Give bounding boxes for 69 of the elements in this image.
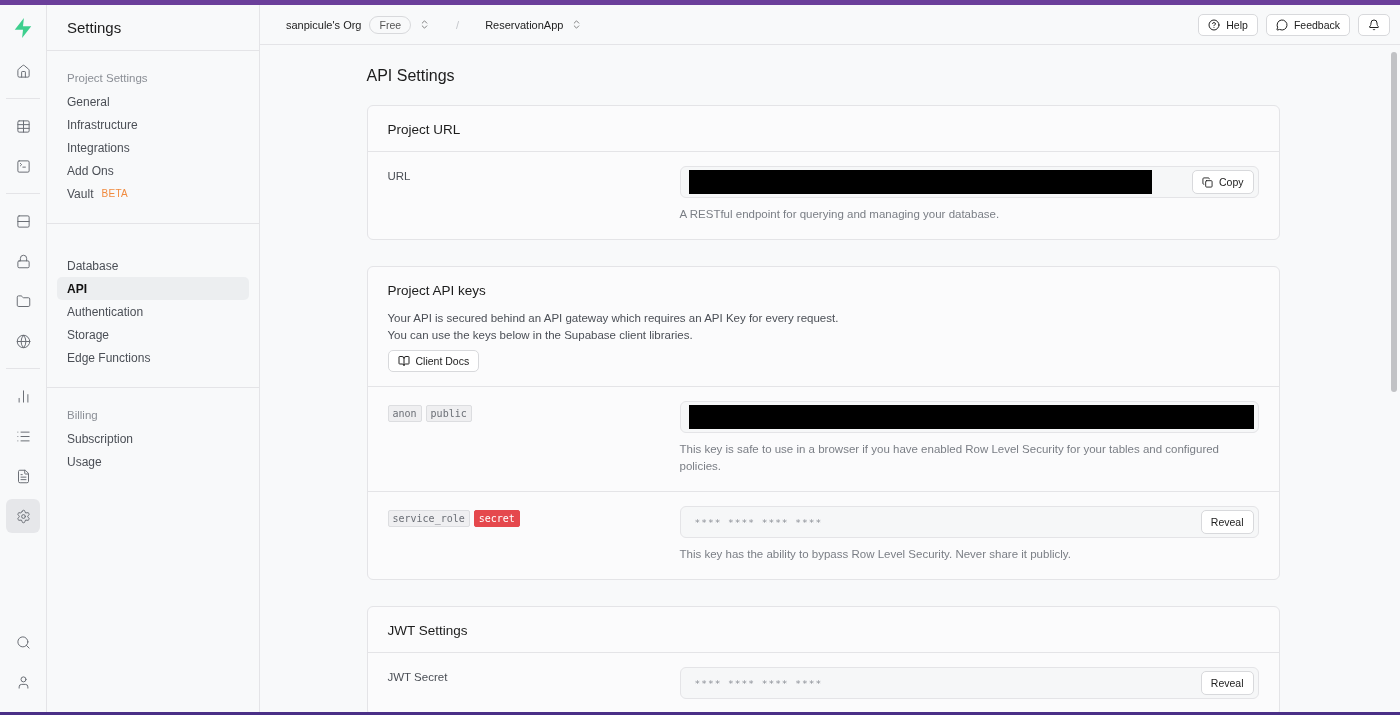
document-icon: [15, 468, 31, 484]
search-icon: [15, 634, 31, 650]
field-hint: This key is safe to use in a browser if you have enabled Row Level Security for your tables and configured policies.: [679, 442, 1220, 474]
sidebar-item[interactable]: General: [57, 90, 249, 113]
sidebar-item[interactable]: Storage: [57, 323, 249, 346]
card-title: Project URL: [387, 122, 462, 137]
reveal-button[interactable]: Reveal: [1200, 671, 1254, 695]
sidebar-item[interactable]: Infrastructure: [57, 113, 249, 136]
org-name[interactable]: sanpicule's Org: [286, 18, 362, 31]
home-icon: [15, 63, 31, 79]
terminal-icon: [15, 158, 31, 174]
item-label: Vault: [67, 186, 94, 201]
section-heading: Billing: [66, 408, 99, 423]
sidebar-item[interactable]: Integrations: [57, 136, 249, 159]
section-heading: Project Settings: [66, 71, 149, 86]
field-label: URL: [387, 170, 411, 182]
sidebar-item[interactable]: Usage: [57, 450, 249, 473]
feedback-button[interactable]: Feedback: [1265, 13, 1350, 36]
book-icon: [397, 355, 410, 367]
sidebar-item[interactable]: Authentication: [57, 300, 249, 323]
sidebar-item[interactable]: Add Ons: [57, 159, 249, 182]
settings-icon: [15, 508, 31, 524]
field-label: JWT Secret: [387, 671, 448, 683]
sidebar-item[interactable]: Vault BETA: [57, 182, 249, 205]
masked-value: **** **** **** ****: [693, 516, 824, 528]
reveal-button[interactable]: Reveal: [1200, 510, 1254, 534]
project-name[interactable]: ReservationApp: [485, 18, 564, 31]
copy-icon: [1202, 176, 1213, 188]
docs-button[interactable]: Client Docs: [387, 350, 480, 372]
scrollbar[interactable]: [1391, 52, 1397, 392]
help-button[interactable]: Help: [1198, 13, 1258, 36]
key-field[interactable]: [679, 401, 1259, 433]
key-tag: anon: [387, 405, 422, 422]
lock-icon: [15, 253, 31, 269]
sidebar-item[interactable]: Subscription: [57, 427, 249, 450]
list-icon: [15, 428, 31, 444]
bolt-logo-icon[interactable]: [12, 17, 34, 39]
card-description: Your API is secured behind an API gateway which requires an API Key for every request.: [387, 311, 840, 326]
key-field[interactable]: **** **** **** **** Reveal: [679, 667, 1259, 699]
copy-button[interactable]: Copy: [1192, 170, 1254, 194]
card-title: JWT Settings: [387, 623, 469, 638]
secret-tag: secret: [473, 510, 520, 527]
user-icon: [15, 674, 31, 690]
key-field[interactable]: Copy: [679, 166, 1259, 198]
bar-chart-icon: [15, 388, 31, 404]
table-icon: [15, 118, 31, 134]
sidebar-item[interactable]: API: [57, 277, 249, 300]
key-field[interactable]: **** **** **** **** Reveal: [679, 506, 1259, 538]
notifications-button[interactable]: [1358, 13, 1390, 36]
sidebar-item[interactable]: Edge Functions: [57, 346, 249, 369]
beta-label: BETA: [101, 188, 129, 199]
key-tag: public: [425, 405, 472, 422]
page-title: API Settings: [366, 67, 456, 85]
folder-icon: [15, 293, 31, 309]
card-title: Project API keys: [387, 283, 487, 298]
rows-icon: [15, 213, 31, 229]
field-hint: A RESTful endpoint for querying and managing your database.: [679, 207, 1001, 222]
masked-value: **** **** **** ****: [693, 677, 824, 689]
key-tag: service_role: [387, 510, 470, 527]
sidebar-item[interactable]: Database: [57, 254, 249, 277]
chat-bubble-icon: [1275, 18, 1288, 31]
settings-button[interactable]: [6, 499, 40, 533]
help-icon: [1208, 18, 1221, 31]
breadcrumb-separator: /: [456, 18, 460, 31]
field-hint: This key has the ability to bypass Row Level Security. Never share it publicly.: [679, 547, 1072, 562]
bell-icon: [1368, 18, 1380, 31]
sidebar-title: Settings: [47, 5, 259, 51]
globe-icon: [15, 333, 31, 349]
card-description: You can use the keys below in the Supabase client libraries.: [387, 328, 694, 343]
